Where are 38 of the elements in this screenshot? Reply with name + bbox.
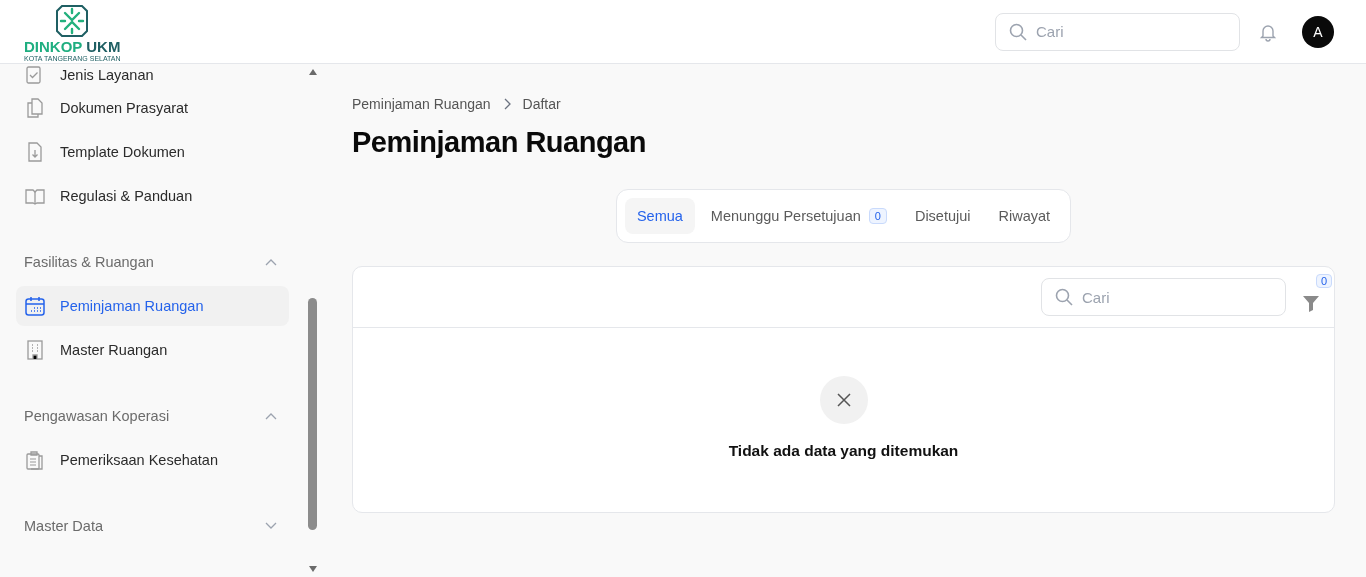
scroll-down-icon[interactable]: [307, 565, 318, 573]
search-field[interactable]: Cari: [995, 12, 1240, 51]
tab[interactable]: Riwayat: [986, 198, 1063, 234]
tab[interactable]: Disetujui: [902, 198, 983, 234]
breadcrumb-link[interactable]: Peminjaman Ruangan: [352, 96, 491, 112]
filter-icon[interactable]: [1302, 294, 1320, 312]
calendar-icon: [24, 295, 46, 317]
chevron-right-icon: [502, 98, 511, 110]
empty-message: Tidak ada data yang ditemukan: [728, 442, 959, 460]
building-icon: [24, 339, 46, 361]
logo-name: DINKOP: [24, 37, 83, 55]
clipboard-icon: [24, 449, 46, 471]
scrollbar-thumb[interactable]: [308, 298, 317, 530]
empty-icon: [819, 376, 868, 424]
section-header[interactable]: Master Data: [16, 506, 289, 546]
search-field[interactable]: Cari: [1041, 278, 1286, 316]
sidebar-item[interactable]: Peminjaman Ruangan: [16, 286, 289, 326]
page-title: Peminjaman Ruangan: [352, 126, 647, 159]
sidebar-item[interactable]: Template Dokumen: [16, 132, 289, 172]
chevron-icon: [265, 522, 277, 530]
chevron-icon: [265, 412, 277, 420]
tab[interactable]: Semua: [624, 198, 695, 234]
section-header[interactable]: Pengawasan Koperasi: [16, 396, 289, 436]
filter-count-badge: 0: [1315, 274, 1332, 288]
sidebar-item[interactable]: Jenis Layanan: [16, 64, 289, 86]
sidebar-item[interactable]: Pemeriksaan Kesehatan: [16, 440, 289, 480]
count-badge: 0: [868, 208, 887, 224]
chevron-icon: [265, 258, 277, 266]
scroll-up-icon[interactable]: [307, 68, 318, 76]
documents-icon: [24, 97, 46, 119]
avatar[interactable]: A: [1302, 15, 1334, 48]
tab[interactable]: Menunggu Persetujuan 0: [698, 198, 899, 234]
sidebar-item[interactable]: Master Ruangan: [16, 330, 289, 370]
logo-name: UKM: [86, 37, 121, 55]
breadcrumb-current: Daftar: [522, 96, 561, 112]
section-header[interactable]: Fasilitas & Ruangan: [16, 242, 289, 282]
sidebar-item[interactable]: Dokumen Prasyarat: [16, 88, 289, 128]
sidebar-item[interactable]: Regulasi & Panduan: [16, 176, 289, 216]
